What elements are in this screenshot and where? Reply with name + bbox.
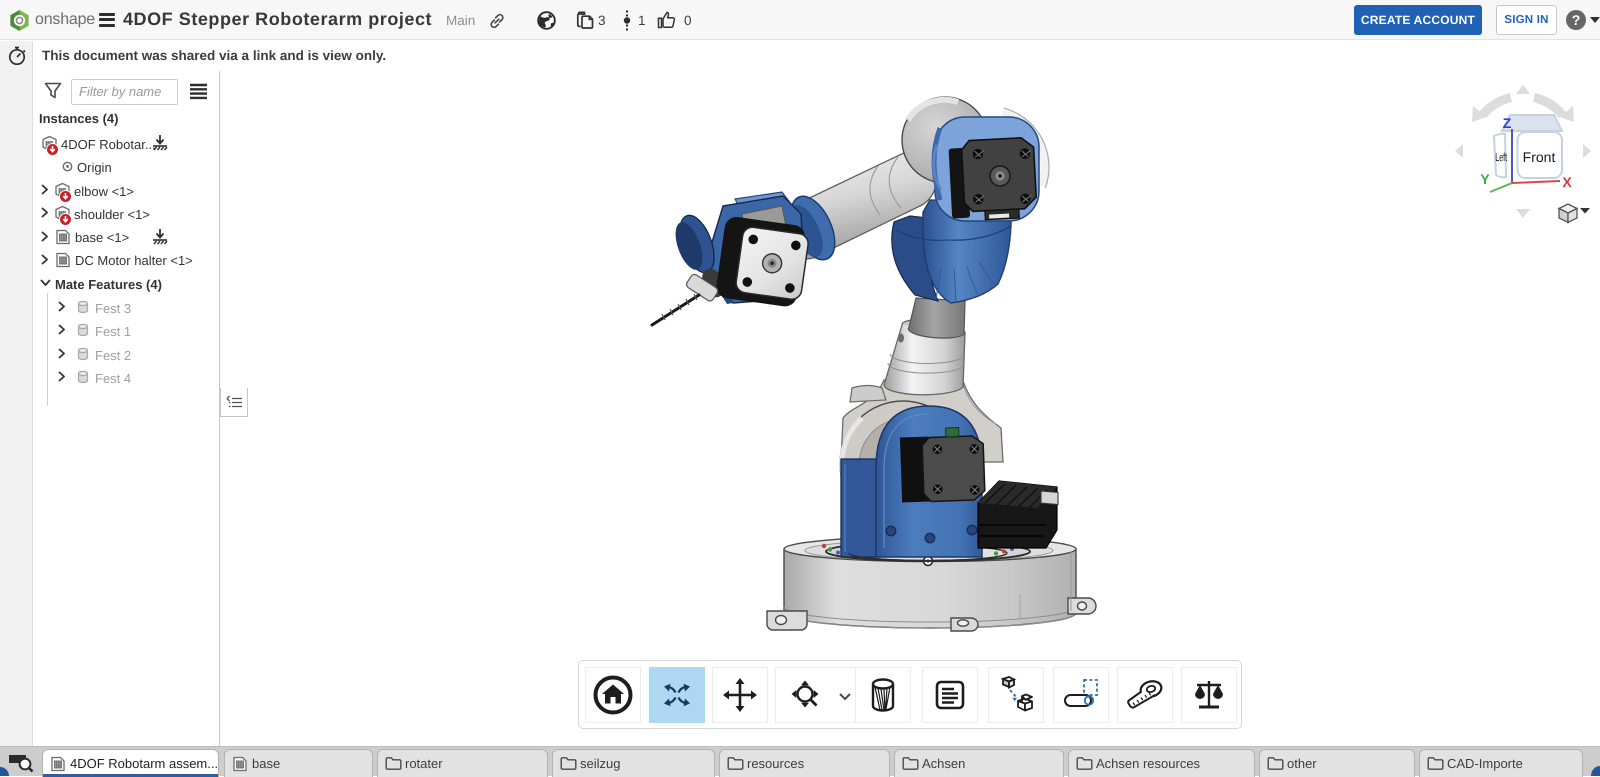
svg-text:Z: Z [1503, 115, 1512, 131]
svg-text:Y: Y [1480, 171, 1490, 187]
svg-text:Front: Front [1523, 149, 1556, 165]
svg-text:Left: Left [1495, 152, 1507, 164]
svg-text:X: X [1562, 174, 1572, 190]
